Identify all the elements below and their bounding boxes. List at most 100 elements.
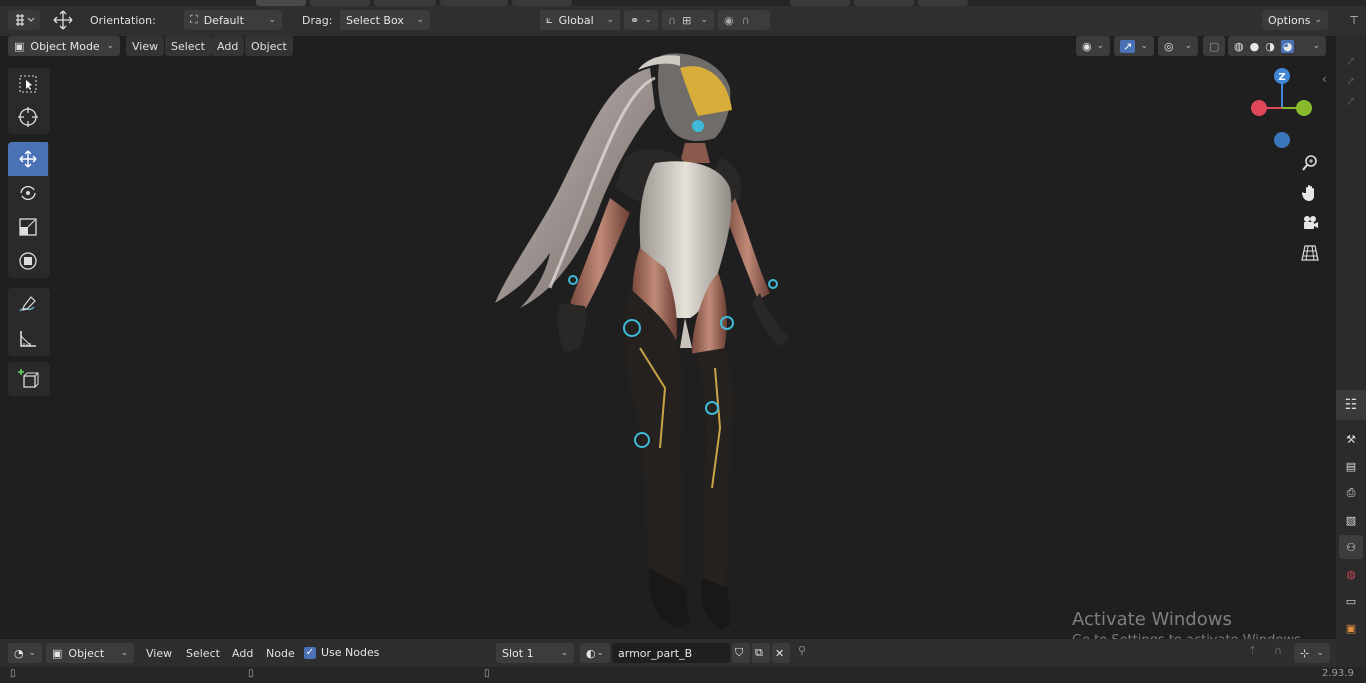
menu-select[interactable]: Select — [165, 36, 211, 56]
workspace-tab[interactable] — [918, 0, 968, 6]
axis-x-handle[interactable] — [1251, 100, 1267, 116]
proportional-edit-dropdown[interactable]: ◉ ∩ — [718, 10, 770, 30]
options-label: Options — [1268, 13, 1311, 27]
copy-icon: ⧉ — [755, 646, 763, 659]
use-nodes-toggle[interactable]: ✓ Use Nodes — [304, 646, 380, 659]
material-name-field[interactable]: armor_part_B — [612, 643, 730, 663]
tool-properties-tab[interactable]: ☷ — [1336, 390, 1366, 420]
solid-shading-icon[interactable]: ● — [1250, 40, 1260, 53]
snap-element-dropdown[interactable]: ⊹ ⌄ — [1294, 643, 1330, 663]
menu-object[interactable]: Object — [245, 36, 293, 56]
use-nodes-checkbox[interactable]: ✓ — [304, 646, 316, 659]
material-shading-icon[interactable]: ◑ — [1265, 40, 1275, 53]
gizmo-dropdown[interactable]: ↗ ⌄ — [1114, 36, 1154, 56]
workspace-tab-active[interactable] — [256, 0, 306, 6]
measure-tool[interactable] — [8, 322, 48, 356]
rendered-shading-icon[interactable]: ◕ — [1280, 39, 1295, 53]
shader-menu-select[interactable]: Select — [180, 643, 226, 663]
output-tab[interactable]: ⎙ — [1339, 481, 1363, 505]
parent-node-icon[interactable]: ⇡ — [1248, 644, 1257, 657]
browse-material-dropdown[interactable]: ◐ ⌄ — [580, 643, 610, 663]
object-square-icon: ▣ — [1345, 621, 1357, 635]
transform-pivot-icon[interactable] — [50, 8, 76, 32]
orientation-icon: ⛶ — [190, 13, 198, 26]
axis-neg-z-handle[interactable] — [1274, 132, 1290, 148]
collection-tab[interactable]: ▭ — [1339, 589, 1363, 613]
shader-menu-view[interactable]: View — [140, 643, 178, 663]
render-tab[interactable]: ▤ — [1339, 454, 1363, 478]
rotate-tool[interactable] — [8, 176, 48, 210]
select-box-tool[interactable] — [8, 68, 48, 100]
chevron-down-icon: ⌄ — [1140, 41, 1148, 51]
hand-pan-icon[interactable] — [1299, 182, 1321, 204]
slot-dropdown[interactable]: Slot 1 ⌄ — [496, 643, 574, 663]
scene-tab[interactable]: ⚇ — [1339, 535, 1363, 559]
object-tab[interactable]: ▣ — [1339, 616, 1363, 640]
chevron-down-icon: ⌄ — [106, 41, 114, 51]
shader-editor-icon: ◔ — [14, 646, 24, 660]
shader-menu-node[interactable]: Node — [260, 643, 301, 663]
close-icon: ✕ — [775, 646, 785, 660]
menu-view[interactable]: View — [126, 36, 165, 56]
object-mode-icon: ▣ — [14, 39, 25, 53]
eye-icon: ◉ — [1082, 39, 1092, 53]
cursor-tool[interactable] — [8, 100, 48, 134]
pivot-point-dropdown[interactable]: ⚭ ⌄ — [624, 10, 658, 30]
editor-type-button[interactable] — [8, 10, 40, 30]
xray-toggle[interactable]: ▢ — [1203, 36, 1225, 56]
chevron-down-icon: ⌄ — [1314, 15, 1322, 25]
annotate-tool[interactable] — [8, 288, 48, 322]
workspace-tab[interactable] — [790, 0, 850, 6]
orientation-label: Orientation: — [90, 13, 156, 27]
shader-type-dropdown[interactable]: ▣ Object ⌄ — [46, 643, 134, 663]
overlays-dropdown[interactable]: ◎ ⌄ — [1158, 36, 1198, 56]
orientation-dropdown[interactable]: ⛶ Default ⌄ — [184, 10, 282, 30]
preset-icon[interactable]: ⤤ — [1336, 92, 1366, 112]
zoom-icon[interactable] — [1299, 152, 1321, 174]
chevron-down-icon: ⌄ — [120, 648, 128, 658]
sidebar-expand-icon[interactable]: ‹ — [1322, 72, 1327, 86]
workspace-tab[interactable] — [440, 0, 508, 6]
character-model[interactable] — [480, 48, 820, 638]
gizmo-icon: ↗ — [1120, 39, 1136, 53]
workspace-tab[interactable] — [512, 0, 572, 6]
world-tab[interactable]: ◍ — [1339, 562, 1363, 586]
navigation-gizmo[interactable]: Z — [1246, 66, 1316, 150]
drag-dropdown[interactable]: Select Box ⌄ — [340, 10, 430, 30]
transform-space-dropdown[interactable]: ⟀ Global ⌄ — [540, 10, 620, 30]
snap-dropdown[interactable]: ∩ ⊞ ⌄ — [662, 10, 714, 30]
preset-icon[interactable]: ⤤ — [1336, 52, 1366, 72]
fake-user-button[interactable]: ⛉ — [732, 643, 750, 663]
menu-add[interactable]: Add — [211, 36, 245, 56]
camera-view-icon[interactable] — [1299, 212, 1321, 234]
add-cube-tool[interactable] — [8, 362, 48, 396]
scale-tool[interactable] — [8, 210, 48, 244]
chevron-down-icon: ⌄ — [28, 648, 36, 658]
pin-icon[interactable]: ⚲ — [798, 644, 806, 657]
workspace-tab[interactable] — [854, 0, 914, 6]
workspace-tab[interactable] — [310, 0, 370, 6]
activate-windows-title: Activate Windows — [1072, 609, 1232, 630]
editor-type-dropdown[interactable]: ◔ ⌄ — [8, 643, 42, 663]
tool-settings-tab[interactable]: ⚒ — [1339, 427, 1363, 451]
perspective-grid-icon[interactable] — [1299, 242, 1321, 264]
move-icon — [19, 150, 37, 168]
options-dropdown[interactable]: Options ⌄ — [1262, 10, 1328, 30]
workspace-tab[interactable] — [374, 0, 436, 6]
axis-y-handle[interactable] — [1296, 100, 1312, 116]
snap-grid-icon: ⊹ — [1300, 646, 1310, 660]
preset-icon[interactable]: ⤤ — [1336, 72, 1366, 92]
wrench-icon: ⚒ — [1346, 432, 1356, 446]
shading-mode-group[interactable]: ◍ ● ◑ ◕ ⌄ — [1228, 36, 1326, 56]
move-tool[interactable] — [8, 142, 48, 176]
duplicate-material-button[interactable]: ⧉ — [752, 643, 770, 663]
outliner-toggle-icon[interactable]: ⊤ — [1344, 10, 1364, 30]
visibility-dropdown[interactable]: ◉ ⌄ — [1076, 36, 1110, 56]
object-mode-dropdown[interactable]: ▣ Object Mode ⌄ — [8, 36, 120, 56]
view-layer-tab[interactable]: ▧ — [1339, 508, 1363, 532]
unlink-material-button[interactable]: ✕ — [772, 643, 790, 663]
transform-tool[interactable] — [8, 244, 48, 278]
shader-menu-add[interactable]: Add — [226, 643, 259, 663]
snap-magnet-icon[interactable]: ∩ — [1274, 644, 1282, 657]
wireframe-shading-icon[interactable]: ◍ — [1234, 40, 1244, 53]
